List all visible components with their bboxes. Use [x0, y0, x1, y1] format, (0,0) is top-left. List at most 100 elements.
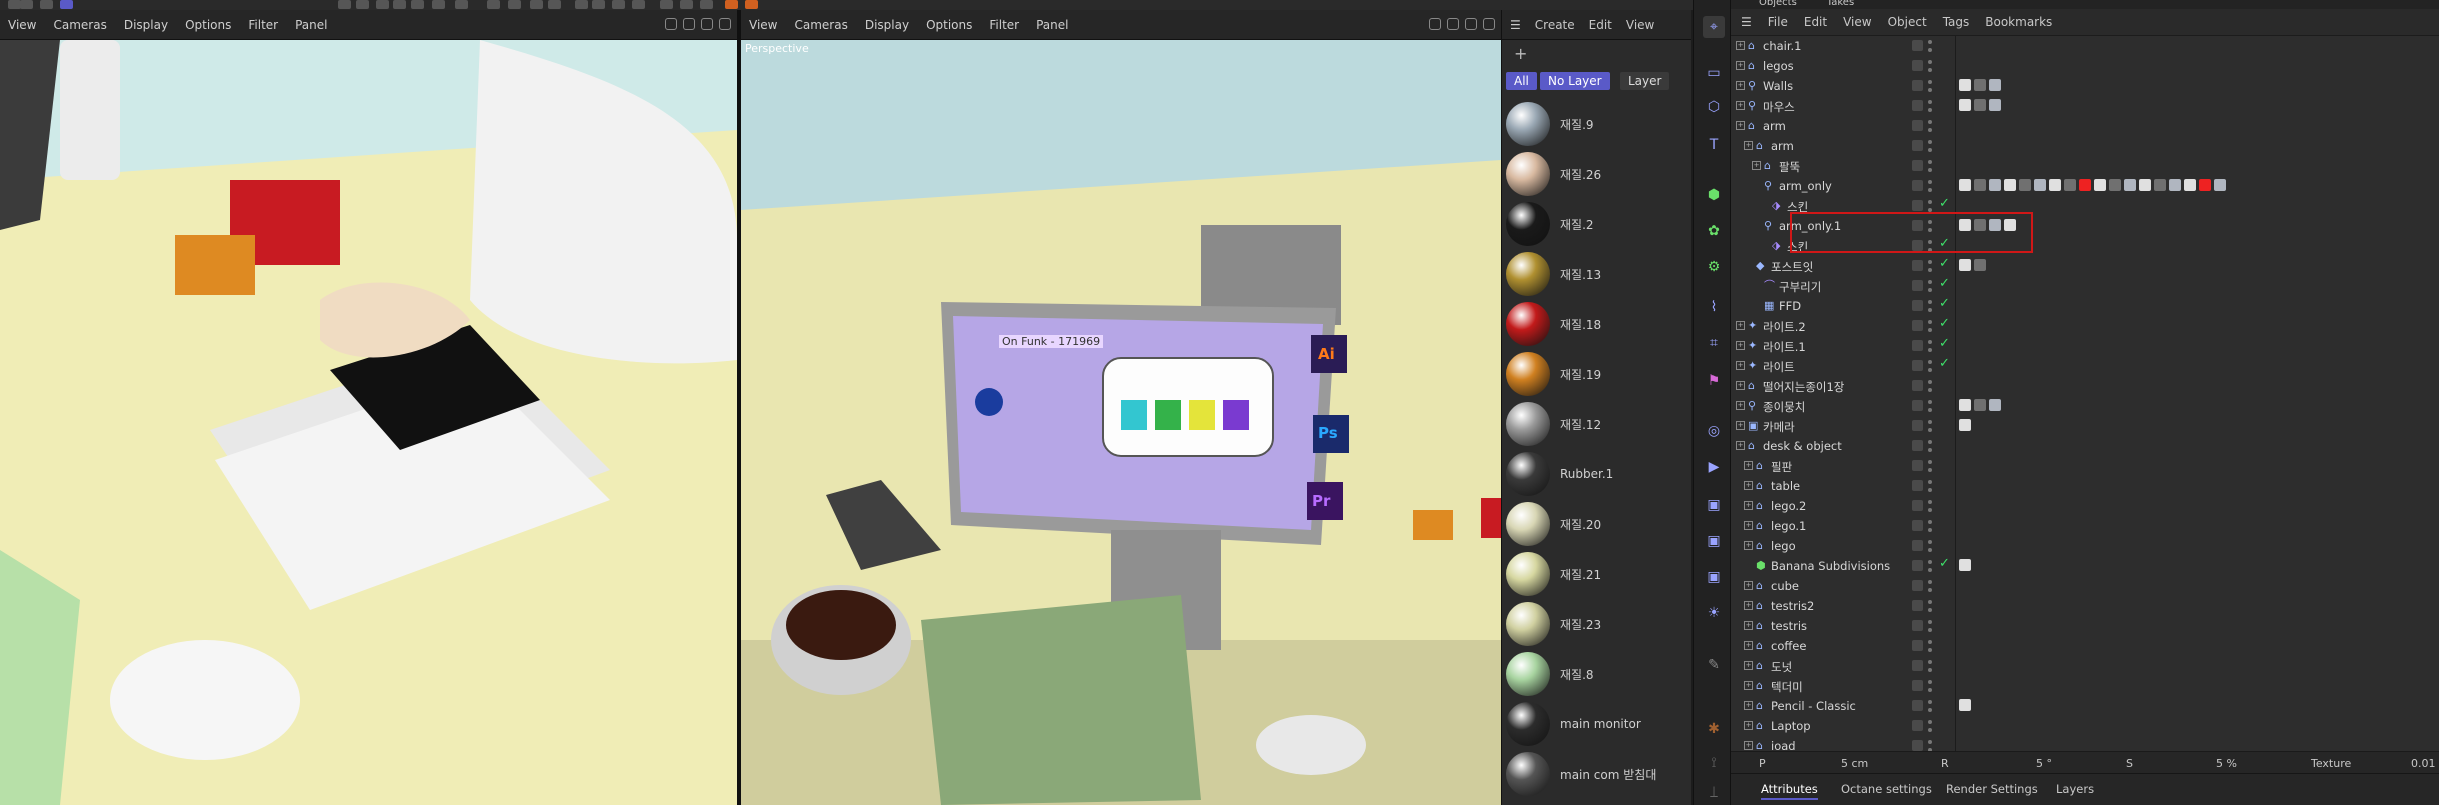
- camera-2-icon[interactable]: ▣: [1703, 530, 1725, 552]
- menu-view[interactable]: View: [1843, 15, 1871, 29]
- toolbar-button-icon[interactable]: [592, 0, 605, 9]
- object-row[interactable]: + ⌂ ioad: [1731, 736, 2439, 751]
- object-row[interactable]: + ⌂ table: [1731, 476, 2439, 496]
- expand-toggle-icon[interactable]: +: [1744, 481, 1753, 490]
- object-row[interactable]: + ⌂ arm: [1731, 136, 2439, 156]
- toolbar-button-icon[interactable]: [20, 0, 33, 9]
- expand-toggle-icon[interactable]: +: [1736, 401, 1745, 410]
- render-dots[interactable]: [1928, 540, 1932, 552]
- tab-takes[interactable]: Takes: [1827, 0, 1854, 9]
- material-tag-icon[interactable]: [2094, 179, 2106, 191]
- material-item[interactable]: 재질.19: [1506, 350, 1686, 398]
- object-row[interactable]: + ⌂ arm: [1731, 116, 2439, 136]
- material-tag-icon[interactable]: [2064, 179, 2076, 191]
- object-row[interactable]: ▦ FFD ✓: [1731, 296, 2439, 316]
- material-item[interactable]: 재질.8: [1506, 650, 1686, 698]
- material-tag-icon[interactable]: [2154, 179, 2166, 191]
- material-tag-icon[interactable]: [1989, 99, 2001, 111]
- toolbar-button-icon[interactable]: [725, 0, 738, 9]
- object-row[interactable]: + ⌂ Laptop: [1731, 716, 2439, 736]
- visibility-checkbox[interactable]: [1912, 700, 1923, 711]
- toolbar-button-icon[interactable]: [40, 0, 53, 9]
- null-object-icon[interactable]: ⌖: [1703, 16, 1725, 38]
- menu-options[interactable]: Options: [185, 18, 231, 32]
- render-dots[interactable]: [1928, 380, 1932, 392]
- filter-all[interactable]: All: [1506, 72, 1537, 90]
- toolbar-button-icon[interactable]: [660, 0, 673, 9]
- material-item[interactable]: 재질.21: [1506, 550, 1686, 598]
- visibility-checkbox[interactable]: [1912, 520, 1923, 531]
- render-dots[interactable]: [1928, 620, 1932, 632]
- hamburger-icon[interactable]: ☰: [1741, 15, 1752, 29]
- render-dots[interactable]: [1928, 160, 1932, 172]
- move-view-icon[interactable]: [1429, 18, 1441, 30]
- object-row[interactable]: + ⌂ testris: [1731, 616, 2439, 636]
- material-item[interactable]: 재질.13: [1506, 250, 1686, 298]
- visibility-checkbox[interactable]: [1912, 400, 1923, 411]
- visibility-checkbox[interactable]: [1912, 40, 1923, 51]
- menu-file[interactable]: File: [1768, 15, 1788, 29]
- render-dots[interactable]: [1928, 420, 1932, 432]
- toolbar-button-icon[interactable]: [575, 0, 588, 9]
- enabled-check-icon[interactable]: ✓: [1939, 356, 1950, 371]
- visibility-checkbox[interactable]: [1912, 500, 1923, 511]
- visibility-checkbox[interactable]: [1912, 660, 1923, 671]
- material-tag-icon[interactable]: [1974, 179, 1986, 191]
- render-dots[interactable]: [1928, 100, 1932, 112]
- visibility-checkbox[interactable]: [1912, 120, 1923, 131]
- material-tag-icon[interactable]: [2004, 179, 2016, 191]
- menu-panel[interactable]: Panel: [1036, 18, 1068, 32]
- tab-render-settings[interactable]: Render Settings: [1946, 782, 2038, 796]
- render-dots[interactable]: [1928, 500, 1932, 512]
- toolbar-button-icon[interactable]: [700, 0, 713, 9]
- toolbar-button-icon[interactable]: [432, 0, 445, 9]
- cube-icon[interactable]: ⬡: [1703, 96, 1725, 118]
- expand-toggle-icon[interactable]: +: [1744, 501, 1753, 510]
- material-tag-icon[interactable]: [2214, 179, 2226, 191]
- render-dots[interactable]: [1928, 440, 1932, 452]
- object-row[interactable]: ⚲ arm_only: [1731, 176, 2439, 196]
- material-item[interactable]: Rubber.1: [1506, 450, 1686, 498]
- spline-icon[interactable]: ⚑: [1703, 370, 1725, 392]
- object-row[interactable]: + ⚲ Walls: [1731, 76, 2439, 96]
- menu-bookmarks[interactable]: Bookmarks: [1985, 15, 2052, 29]
- material-tag-icon[interactable]: [1959, 559, 1971, 571]
- filter-layer[interactable]: Layer: [1620, 72, 1670, 90]
- expand-toggle-icon[interactable]: +: [1736, 321, 1745, 330]
- menu-tags[interactable]: Tags: [1943, 15, 1970, 29]
- expand-toggle-icon[interactable]: +: [1744, 701, 1753, 710]
- expand-toggle-icon[interactable]: +: [1736, 361, 1745, 370]
- expand-toggle-icon[interactable]: +: [1744, 461, 1753, 470]
- visibility-checkbox[interactable]: [1912, 440, 1923, 451]
- menu-edit[interactable]: Edit: [1804, 15, 1827, 29]
- text-icon[interactable]: T: [1703, 134, 1725, 156]
- expand-toggle-icon[interactable]: +: [1744, 141, 1753, 150]
- toolbar-button-icon[interactable]: [455, 0, 468, 9]
- visibility-checkbox[interactable]: [1912, 340, 1923, 351]
- object-row[interactable]: + ⌂ 팔뚝: [1731, 156, 2439, 176]
- visibility-checkbox[interactable]: [1912, 620, 1923, 631]
- hamburger-icon[interactable]: ☰: [1510, 18, 1521, 32]
- rotate-view-icon[interactable]: [1465, 18, 1477, 30]
- r-value[interactable]: 5 °: [2036, 757, 2052, 770]
- pen-icon[interactable]: ✎: [1703, 654, 1725, 676]
- expand-toggle-icon[interactable]: +: [1736, 381, 1745, 390]
- material-tag-icon[interactable]: [2019, 179, 2031, 191]
- material-tag-icon[interactable]: [1959, 699, 1971, 711]
- visibility-checkbox[interactable]: [1912, 200, 1923, 211]
- object-row[interactable]: + ✦ 라이트.2 ✓: [1731, 316, 2439, 336]
- rotate-view-icon[interactable]: [701, 18, 713, 30]
- expand-toggle-icon[interactable]: +: [1744, 621, 1753, 630]
- field-icon[interactable]: ⌗: [1703, 332, 1725, 354]
- render-dots[interactable]: [1928, 580, 1932, 592]
- toolbar-button-icon[interactable]: [487, 0, 500, 9]
- render-dots[interactable]: [1928, 680, 1932, 692]
- expand-toggle-icon[interactable]: +: [1744, 681, 1753, 690]
- menu-view[interactable]: View: [8, 18, 36, 32]
- material-item[interactable]: main com 받침대: [1506, 750, 1686, 798]
- expand-toggle-icon[interactable]: +: [1752, 161, 1761, 170]
- expand-toggle-icon[interactable]: +: [1744, 521, 1753, 530]
- material-item[interactable]: 재질.12: [1506, 400, 1686, 448]
- s-value[interactable]: 5 %: [2216, 757, 2237, 770]
- enabled-check-icon[interactable]: ✓: [1939, 296, 1950, 311]
